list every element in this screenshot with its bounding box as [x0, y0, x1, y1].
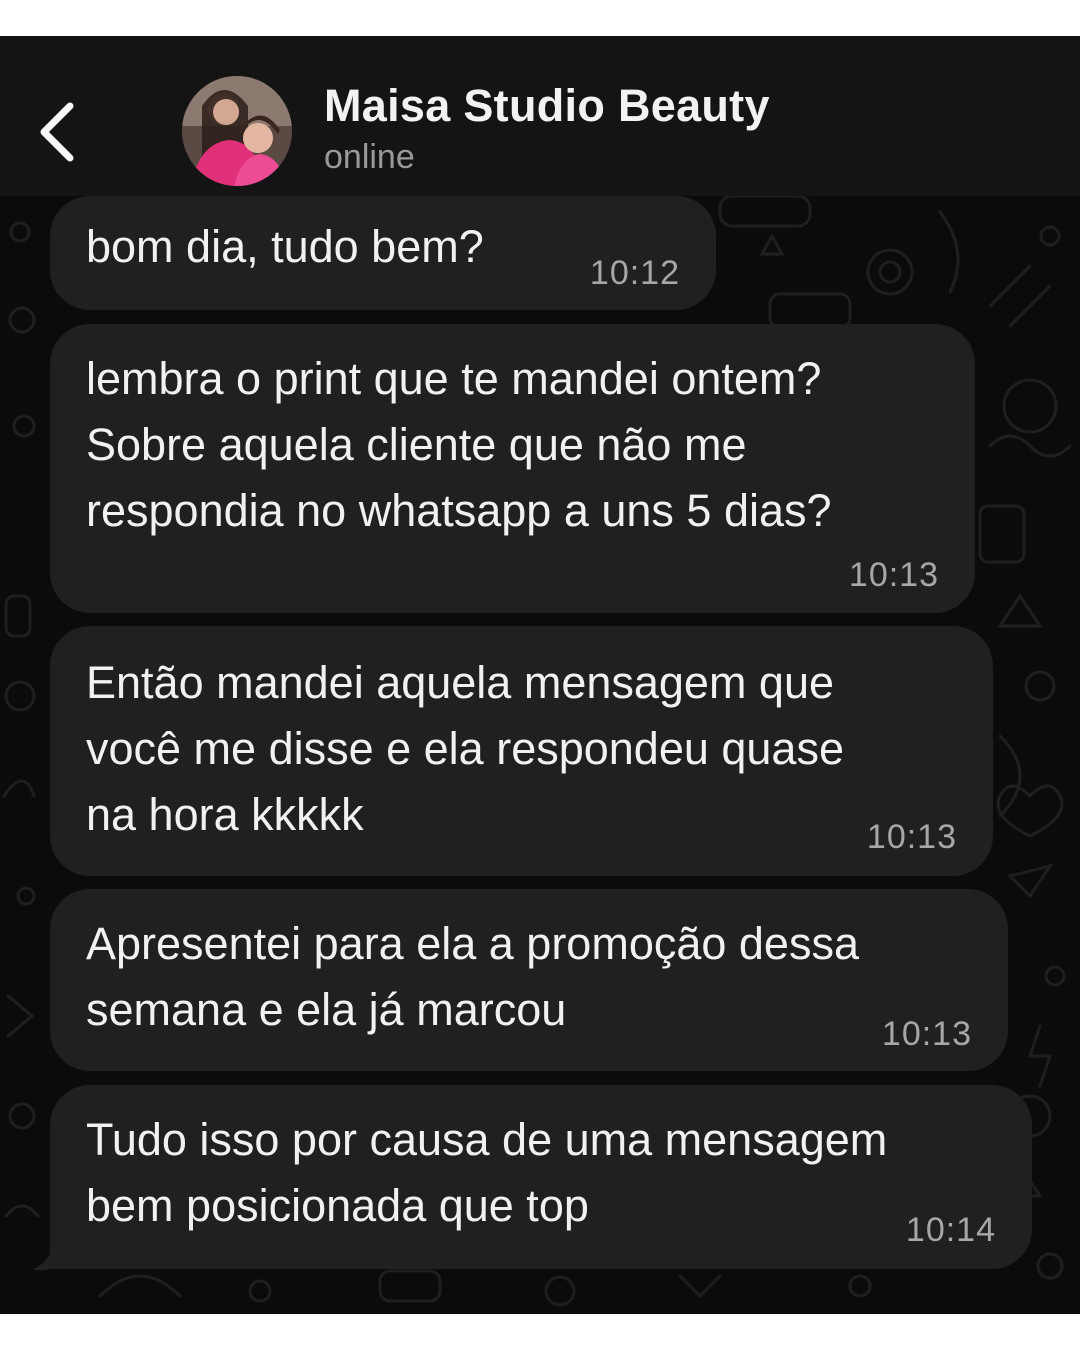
chevron-left-icon[interactable] [30, 94, 86, 170]
message-bubble[interactable]: bom dia, tudo bem? 10:12 [50, 196, 716, 310]
message-time: 10:13 [881, 1015, 972, 1053]
contact-name[interactable]: Maisa Studio Beauty [324, 80, 770, 132]
message-time: 10:13 [866, 818, 957, 856]
bubble-tail-icon [32, 1254, 50, 1271]
message-text: Então mandei aquela mensagem que [86, 657, 835, 708]
message-time: 10:12 [589, 254, 680, 292]
message-text: na hora kkkkk [86, 789, 364, 840]
message-bubble[interactable]: Então mandei aquela mensagem que você me… [50, 626, 993, 876]
contact-status: online [324, 138, 415, 176]
message-text: bem posicionada que top [86, 1180, 589, 1231]
message-text: você me disse e ela respondeu quase [86, 723, 844, 774]
chat-screen: Maisa Studio Beauty online bom dia, tudo… [0, 36, 1080, 1314]
message-text: respondia no whatsapp a uns 5 dias? [86, 485, 832, 536]
message-text: Apresentei para ela a promoção dessa [86, 918, 859, 969]
message-text: bom dia, tudo bem? [86, 221, 484, 272]
message-bubble[interactable]: lembra o print que te mandei ontem? Sobr… [50, 324, 975, 613]
message-text: Tudo isso por causa de uma mensagem [86, 1114, 888, 1165]
chat-header: Maisa Studio Beauty online [0, 36, 1080, 196]
message-time: 10:13 [848, 556, 939, 594]
message-text: Sobre aquela cliente que não me [86, 419, 747, 470]
message-time: 10:14 [905, 1211, 996, 1249]
message-text: lembra o print que te mandei ontem? [86, 353, 822, 404]
contact-avatar[interactable] [182, 76, 292, 186]
message-bubble[interactable]: Apresentei para ela a promoção dessa sem… [50, 889, 1008, 1071]
message-bubble[interactable]: Tudo isso por causa de uma mensagem bem … [50, 1085, 1032, 1269]
message-text: semana e ela já marcou [86, 984, 567, 1035]
